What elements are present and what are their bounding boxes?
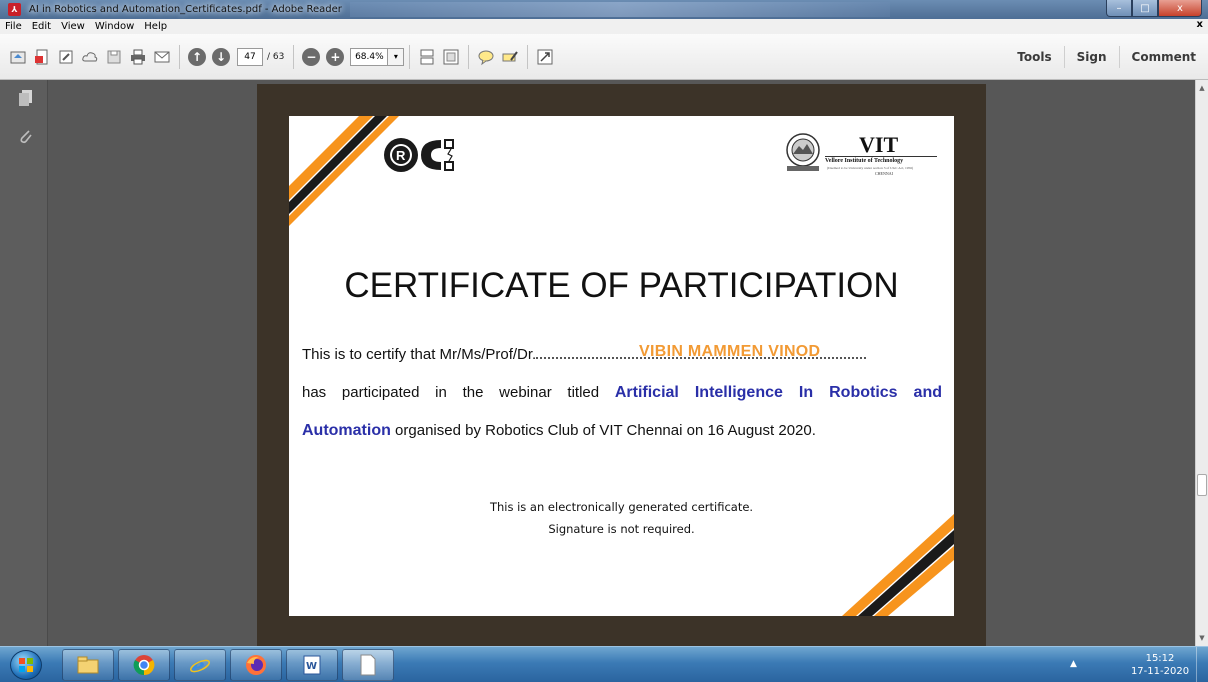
start-button[interactable] (10, 650, 42, 680)
page-number-input[interactable]: 47 (237, 47, 263, 66)
robotics-club-logo: R (384, 138, 454, 172)
toolbar: ↑ ↓ 47 / 63 − + 68.4% ▾ Tools Sign Comme… (0, 34, 1208, 80)
minimize-button[interactable]: – (1106, 0, 1132, 17)
create-pdf-icon[interactable] (31, 46, 53, 68)
cloud-icon[interactable] (79, 46, 101, 68)
corner-stripe (289, 116, 373, 200)
toolbar-separator (179, 44, 180, 69)
zoom-control: 68.4% ▾ (350, 47, 405, 66)
pdf-page: R VIT Vellore Institute of Technology (D… (289, 116, 954, 616)
right-panel-links: Tools Sign Comment (1005, 34, 1208, 80)
document-workspace[interactable]: R VIT Vellore Institute of Technology (D… (0, 80, 1208, 648)
zoom-out-icon[interactable]: − (302, 47, 321, 66)
vit-logo-divider (825, 156, 937, 157)
fit-page-icon[interactable] (440, 46, 462, 68)
navigation-pane (0, 80, 48, 646)
vit-emblem-icon (786, 133, 820, 171)
certify-line: This is to certify that Mr/Ms/Prof/Dr. (302, 346, 942, 363)
close-document-button[interactable]: x (1197, 19, 1203, 30)
menu-help[interactable]: Help (139, 21, 172, 32)
vit-logo-small-text: (Deemed to be University under section 3… (827, 166, 914, 170)
webinar-line: has participated in the webinar titled A… (302, 384, 942, 402)
svg-text:W: W (306, 661, 317, 672)
email-icon[interactable] (151, 46, 173, 68)
tools-link[interactable]: Tools (1005, 46, 1063, 68)
corner-stripe (858, 530, 954, 616)
print-icon[interactable] (127, 46, 149, 68)
menu-window[interactable]: Window (90, 21, 139, 32)
window-title: AI in Robotics and Automation_Certificat… (29, 4, 342, 15)
internet-explorer-icon[interactable]: e (174, 649, 226, 681)
comment-icon[interactable] (475, 46, 497, 68)
recipient-name: VIBIN MAMMEN VINOD (639, 343, 821, 360)
previous-page-icon[interactable]: ↑ (188, 47, 206, 66)
scroll-thumb[interactable] (1197, 474, 1207, 496)
certify-prefix: This is to certify that Mr/Ms/Prof/Dr. (302, 346, 537, 363)
tray-expand-icon[interactable]: ▲ (1070, 659, 1077, 669)
page-thumbnails-icon[interactable] (17, 88, 34, 107)
full-screen-icon[interactable] (534, 46, 556, 68)
vit-logo-subtitle: Vellore Institute of Technology (825, 158, 904, 164)
certificate-background-frame: R VIT Vellore Institute of Technology (D… (257, 84, 986, 648)
zoom-input[interactable]: 68.4% (350, 47, 389, 66)
webinar-prefix: has participated in the webinar titled (302, 384, 600, 401)
toolbar-separator (293, 44, 295, 69)
close-button[interactable]: x (1158, 0, 1202, 17)
scroll-down-icon[interactable]: ▼ (1196, 632, 1208, 644)
firefox-icon[interactable] (230, 649, 282, 681)
chrome-icon[interactable] (118, 649, 170, 681)
comment-link[interactable]: Comment (1118, 46, 1208, 68)
maximize-button[interactable]: □ (1132, 0, 1158, 17)
toolbar-separator (409, 44, 411, 69)
signature-note: Signature is not required. (548, 522, 695, 536)
save-icon[interactable] (103, 46, 125, 68)
scroll-up-icon[interactable]: ▲ (1196, 82, 1208, 94)
edit-icon[interactable] (55, 46, 77, 68)
page-total: / 63 (267, 51, 285, 62)
electronic-note: This is an electronically generated cert… (489, 500, 754, 514)
window-titlebar: ⅄ AI in Robotics and Automation_Certific… (0, 0, 1208, 19)
corner-stripe (289, 116, 387, 214)
organiser-line: Automation organised by Robotics Club of… (302, 422, 816, 440)
toolbar-separator (468, 44, 470, 69)
vit-logo-title: VIT (859, 132, 899, 157)
window-controls: – □ x (1106, 0, 1202, 17)
vertical-scrollbar[interactable]: ▲ ▼ (1195, 80, 1208, 646)
file-explorer-icon[interactable] (62, 649, 114, 681)
sign-link[interactable]: Sign (1063, 46, 1119, 68)
next-page-icon[interactable]: ↓ (212, 47, 230, 66)
webinar-title-part1: Artificial Intelligence In Robotics and (614, 384, 943, 401)
highlight-icon[interactable] (499, 46, 521, 68)
organiser-text: organised by Robotics Club of VIT Chenna… (395, 422, 816, 439)
menu-view[interactable]: View (56, 21, 90, 32)
toolbar-separator (527, 44, 529, 69)
attachments-icon[interactable] (17, 126, 34, 145)
clock-time: 15:12 (1145, 653, 1175, 664)
adobe-reader-icon: ⅄ (8, 3, 21, 16)
vit-logo-city: CHENNAI (875, 171, 893, 176)
certificate-title: CERTIFICATE OF PARTICIPATION (344, 266, 899, 305)
menu-bar: File Edit View Window Help x (0, 19, 1208, 34)
menu-edit[interactable]: Edit (27, 21, 56, 32)
titlebar-background-blur (350, 2, 890, 17)
system-clock[interactable]: 15:12 17-11-2020 (1130, 652, 1190, 678)
open-icon[interactable] (7, 46, 29, 68)
show-desktop-button[interactable] (1196, 647, 1208, 682)
menu-file[interactable]: File (0, 21, 27, 32)
clock-date: 17-11-2020 (1130, 666, 1190, 677)
chevron-down-icon[interactable]: ▾ (388, 47, 405, 66)
windows-taskbar: e W ▲ 15:12 17-11-2020 (0, 646, 1208, 682)
svg-text:R: R (396, 148, 406, 163)
scrolling-mode-icon[interactable] (416, 46, 438, 68)
word-icon[interactable]: W (286, 649, 338, 681)
webinar-title-part2: Automation (302, 422, 391, 439)
document-icon[interactable] (342, 649, 394, 681)
zoom-in-icon[interactable]: + (326, 47, 345, 66)
